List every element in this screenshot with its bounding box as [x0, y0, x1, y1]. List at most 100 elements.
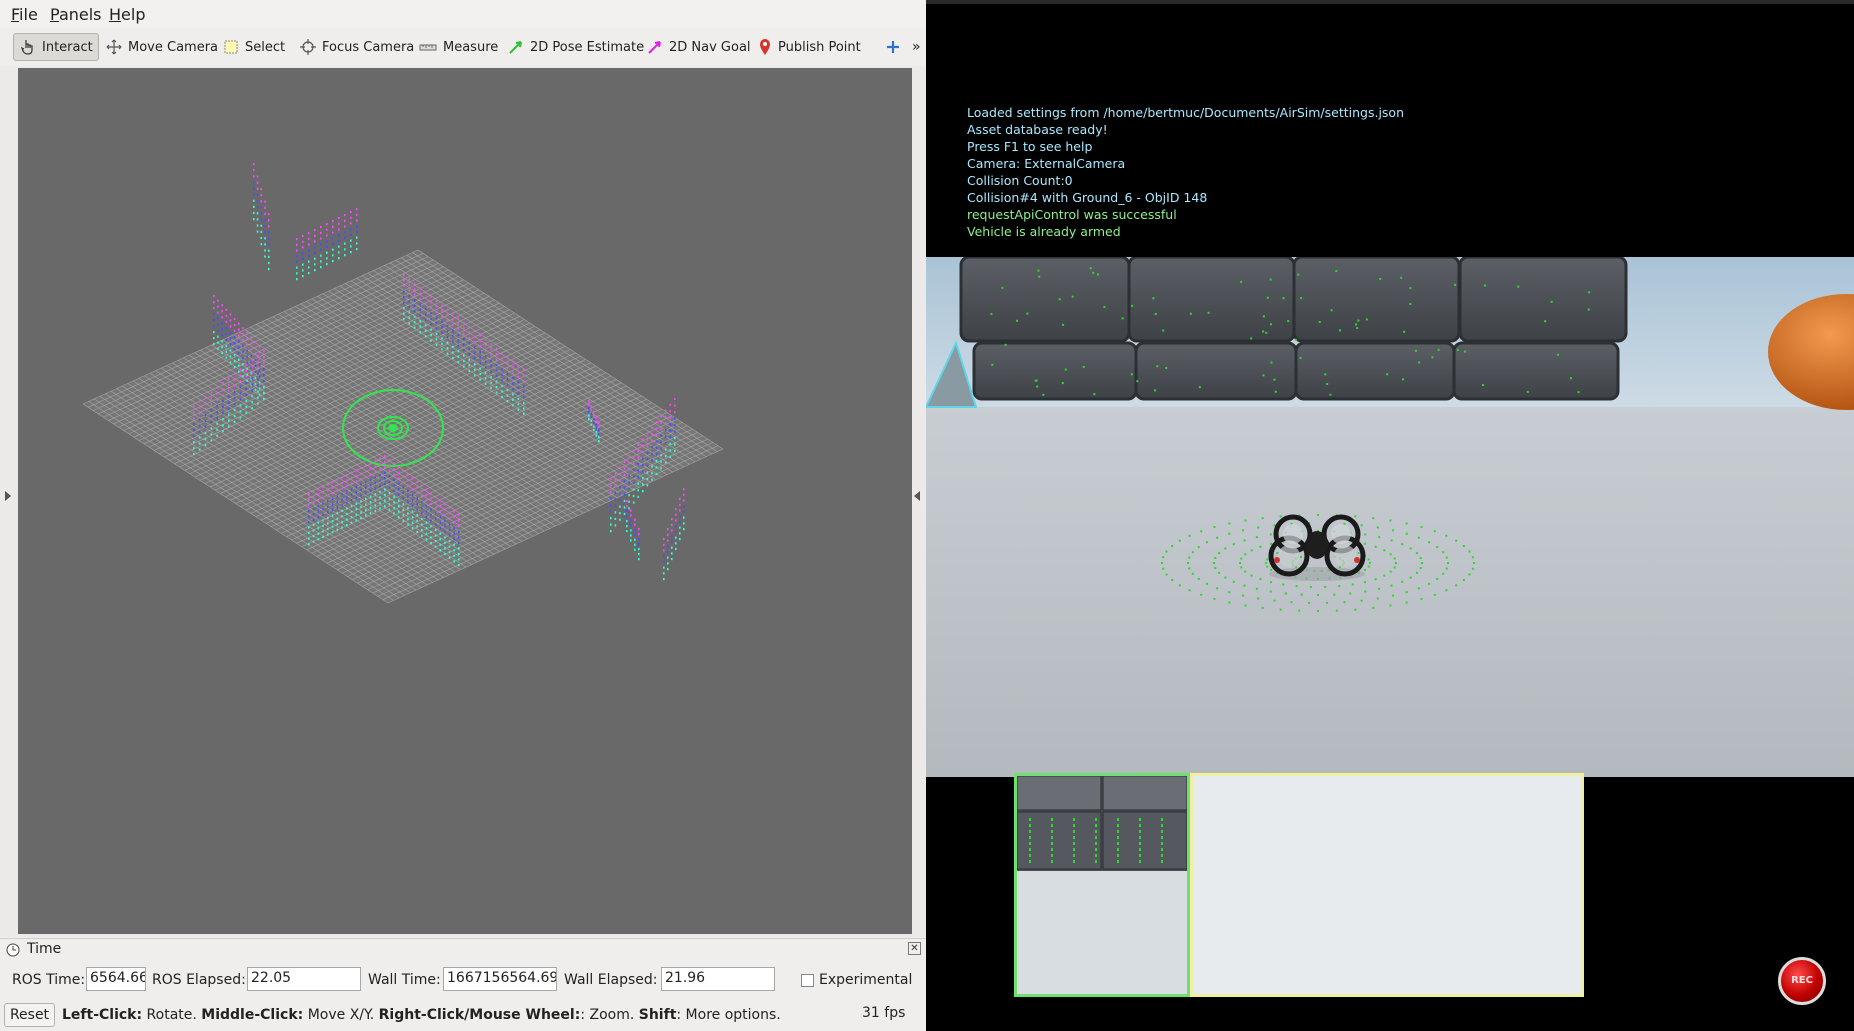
- cloud-point: [222, 418, 224, 421]
- ros-time-label: ROS Time:: [12, 972, 86, 988]
- focus-camera-tool-button[interactable]: Focus Camera: [294, 33, 420, 61]
- cloud-point: [610, 484, 612, 487]
- menu-file[interactable]: File: [11, 5, 38, 24]
- lidar-point: [1379, 278, 1382, 281]
- cloud-point: [222, 388, 224, 391]
- measure-tool-button[interactable]: Measure: [413, 33, 504, 61]
- lidar-point: [1367, 565, 1370, 568]
- ros-time-field[interactable]: 6564.66: [86, 967, 146, 991]
- lidar-point: [1061, 382, 1064, 385]
- collapse-left-arrow-icon[interactable]: [5, 491, 11, 501]
- lidar-point: [1205, 582, 1208, 585]
- cloud-point: [638, 558, 640, 561]
- menu-panels[interactable]: Panels: [50, 5, 102, 24]
- cloud-point: [588, 400, 590, 403]
- lidar-point: [1228, 601, 1231, 604]
- wall-elapsed-field[interactable]: 21.96: [661, 967, 775, 991]
- cloud-point: [458, 525, 460, 528]
- cloud-point: [634, 548, 636, 551]
- cloud-point: [421, 512, 423, 515]
- cloud-point: [225, 308, 228, 311]
- cloud-point: [193, 447, 195, 450]
- subwindow-point: [1051, 848, 1053, 851]
- lidar-point: [1376, 526, 1379, 529]
- ruler-icon: [419, 44, 437, 51]
- lidar-point: [1255, 536, 1258, 539]
- lidar-point: [1218, 552, 1221, 555]
- publish-point-tool-button[interactable]: Publish Point: [752, 33, 867, 61]
- cloud-point: [239, 380, 242, 383]
- wall-time-field[interactable]: 1667156564.69: [443, 967, 557, 991]
- cloud-point: [614, 491, 617, 494]
- cloud-point: [242, 339, 244, 342]
- lidar-point: [1250, 549, 1253, 552]
- lidar-point: [1214, 567, 1217, 570]
- lidar-point: [1188, 556, 1191, 559]
- experimental-checkbox[interactable]: [801, 974, 814, 987]
- cloud-point: [264, 255, 266, 258]
- select-tool-button[interactable]: Select: [217, 33, 291, 61]
- cloud-point: [356, 225, 358, 228]
- close-panel-icon[interactable]: ✕: [908, 942, 921, 955]
- interact-tool-button[interactable]: Interact: [13, 33, 99, 61]
- cloud-point: [679, 526, 681, 529]
- reset-button[interactable]: Reset: [4, 1003, 55, 1027]
- cloud-point: [628, 455, 630, 458]
- ros-elapsed-field[interactable]: 22.05: [247, 967, 361, 991]
- cloud-point: [424, 307, 427, 310]
- cloud-point: [379, 496, 381, 499]
- lidar-point: [1335, 270, 1338, 273]
- cloud-point: [408, 294, 411, 298]
- cloud-point: [669, 449, 672, 452]
- subwindow-1-image: [1017, 776, 1187, 871]
- add-tool-button[interactable]: [880, 33, 906, 61]
- cloud-point: [642, 477, 644, 480]
- simulation-view[interactable]: [926, 257, 1854, 777]
- cloud-point: [679, 515, 681, 518]
- cloud-point: [595, 434, 598, 437]
- move-camera-tool-button[interactable]: Move Camera: [100, 33, 224, 61]
- record-button[interactable]: REC: [1778, 957, 1826, 1005]
- cloud-point: [637, 476, 640, 479]
- cloud-point: [623, 506, 626, 509]
- subwindow-point: [1139, 818, 1141, 821]
- cloud-point: [221, 334, 223, 337]
- cloud-point: [638, 538, 640, 541]
- cloud-point: [642, 438, 644, 441]
- cloud-point: [674, 424, 676, 427]
- lidar-point: [1369, 562, 1371, 564]
- log-line: Vehicle is already armed: [967, 224, 1121, 239]
- lidar-point: [1526, 390, 1529, 393]
- 3d-scene[interactable]: [18, 68, 912, 934]
- cloud-point: [344, 254, 346, 257]
- lidar-point: [1569, 377, 1572, 380]
- cloud-point: [430, 312, 432, 315]
- lidar-point: [1269, 533, 1272, 536]
- cloud-point: [346, 485, 348, 488]
- menu-help[interactable]: Help: [109, 5, 145, 24]
- 3d-viewport[interactable]: [18, 68, 912, 934]
- cloud-point: [393, 506, 395, 510]
- nav-goal-tool-button[interactable]: 2D Nav Goal: [641, 33, 757, 61]
- cloud-point: [365, 514, 367, 517]
- cloud-point: [233, 372, 236, 376]
- cloud-point: [413, 321, 416, 324]
- pose-estimate-tool-button[interactable]: 2D Pose Estimate: [502, 33, 650, 61]
- cloud-point: [327, 533, 329, 536]
- lidar-point: [1364, 542, 1367, 545]
- cloud-point: [448, 551, 451, 554]
- cloud-point: [320, 226, 322, 229]
- lidar-point: [1415, 552, 1418, 555]
- toolbar-overflow-button[interactable]: »: [906, 33, 927, 61]
- cloud-point: [263, 398, 265, 401]
- cloud-point: [258, 375, 261, 378]
- collapse-right-arrow-icon[interactable]: [914, 491, 920, 501]
- cloud-point: [506, 394, 509, 397]
- cloud-point: [308, 526, 310, 529]
- cloud-point: [667, 556, 669, 559]
- cloud-point: [468, 325, 471, 329]
- cloud-point: [365, 464, 367, 467]
- cloud-point: [213, 331, 215, 334]
- cloud-point: [388, 492, 391, 495]
- lidar-point: [1409, 547, 1412, 550]
